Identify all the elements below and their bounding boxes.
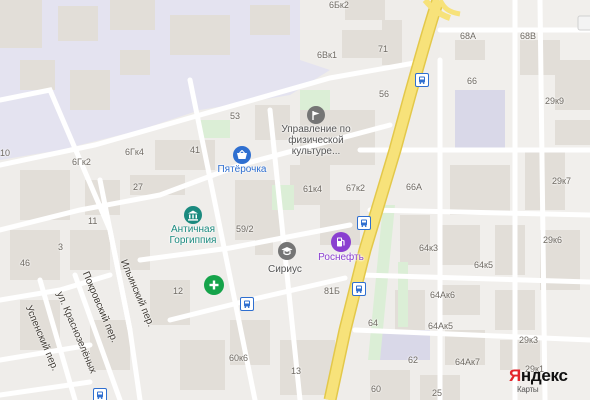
house-number: 12 bbox=[173, 286, 184, 296]
poi-label: Античная Горгиппия bbox=[169, 224, 217, 246]
fuel-pump-icon bbox=[331, 232, 351, 252]
house-number: 59/2 bbox=[236, 224, 254, 234]
house-number: 6Вк1 bbox=[317, 50, 337, 60]
house-number: 10 bbox=[0, 148, 11, 158]
house-number: 66 bbox=[467, 76, 478, 86]
house-number: 53 bbox=[230, 111, 241, 121]
house-number: 68В bbox=[520, 31, 537, 41]
poi-pyaterochka[interactable]: Пятёрочка bbox=[212, 146, 272, 175]
house-number: 56 bbox=[379, 89, 390, 99]
bus-stop-icon[interactable] bbox=[415, 73, 429, 87]
poi-label: Управление по физической культуре... bbox=[281, 124, 351, 157]
flag-icon bbox=[307, 106, 325, 124]
house-number: 11 bbox=[88, 216, 98, 226]
logo-brand-first: Я bbox=[509, 366, 521, 385]
house-number: 29к9 bbox=[545, 96, 564, 106]
poi-rosneft[interactable]: Роснефть bbox=[313, 232, 369, 263]
logo-brand-rest: ндекс bbox=[520, 366, 568, 385]
house-number: 61к4 bbox=[303, 184, 322, 194]
house-number: 41 bbox=[190, 145, 201, 155]
house-number: 6Гк2 bbox=[72, 157, 91, 167]
house-number: 71 bbox=[378, 44, 389, 54]
house-number: 81Б bbox=[324, 286, 340, 296]
house-number: 64к3 bbox=[419, 243, 438, 253]
map-base-layer bbox=[0, 0, 590, 400]
map-view[interactable]: 6Бк2 71 6Вк1 53 56 68А 68В 66 29к9 41 6Г… bbox=[0, 0, 590, 400]
house-number: 6Гк4 bbox=[125, 147, 144, 157]
house-number: 60к6 bbox=[229, 353, 248, 363]
house-number: 13 bbox=[291, 366, 302, 376]
poi-sirius-label: Сириус bbox=[268, 264, 302, 275]
house-number: 29к3 bbox=[519, 335, 538, 345]
house-number: 27 bbox=[133, 182, 144, 192]
house-number: 6Бк2 bbox=[329, 0, 349, 10]
poi-sirius[interactable] bbox=[278, 242, 296, 260]
poi-antichnaya-gorgippiya[interactable]: Античная Горгиппия bbox=[158, 206, 228, 246]
house-number: 64к5 bbox=[474, 260, 493, 270]
house-number: 60 bbox=[371, 384, 382, 394]
museum-icon bbox=[184, 206, 202, 224]
house-number: 64Ак5 bbox=[428, 321, 453, 331]
house-number: 67к2 bbox=[346, 183, 365, 193]
house-number: 64 bbox=[368, 318, 379, 328]
house-number: 29к7 bbox=[552, 176, 571, 186]
logo-sub: Карты bbox=[517, 385, 539, 394]
poi-sports-administration[interactable]: Управление по физической культуре... bbox=[264, 106, 368, 157]
house-number: 25 bbox=[432, 388, 443, 398]
house-number: 62 bbox=[408, 355, 419, 365]
house-number: 29к6 bbox=[543, 235, 562, 245]
map-control-button[interactable] bbox=[574, 14, 590, 36]
house-number: 68А bbox=[460, 31, 477, 41]
house-number: 64Ак7 bbox=[455, 357, 480, 367]
shopping-basket-icon bbox=[233, 146, 251, 164]
house-number: 3 bbox=[58, 242, 64, 252]
bus-stop-icon[interactable] bbox=[357, 216, 371, 230]
house-number: 66А bbox=[406, 182, 423, 192]
medical-cross-icon[interactable] bbox=[204, 275, 224, 295]
house-number: 64Ак6 bbox=[430, 290, 455, 300]
poi-label: Роснефть bbox=[318, 252, 364, 263]
bus-stop-icon[interactable] bbox=[93, 388, 107, 400]
poi-label: Пятёрочка bbox=[217, 164, 267, 175]
bus-stop-icon[interactable] bbox=[352, 282, 366, 296]
bus-stop-icon[interactable] bbox=[240, 297, 254, 311]
yandex-maps-logo[interactable]: Яндекс Карты bbox=[509, 366, 568, 394]
education-icon bbox=[278, 242, 296, 260]
house-number: 46 bbox=[20, 258, 31, 268]
